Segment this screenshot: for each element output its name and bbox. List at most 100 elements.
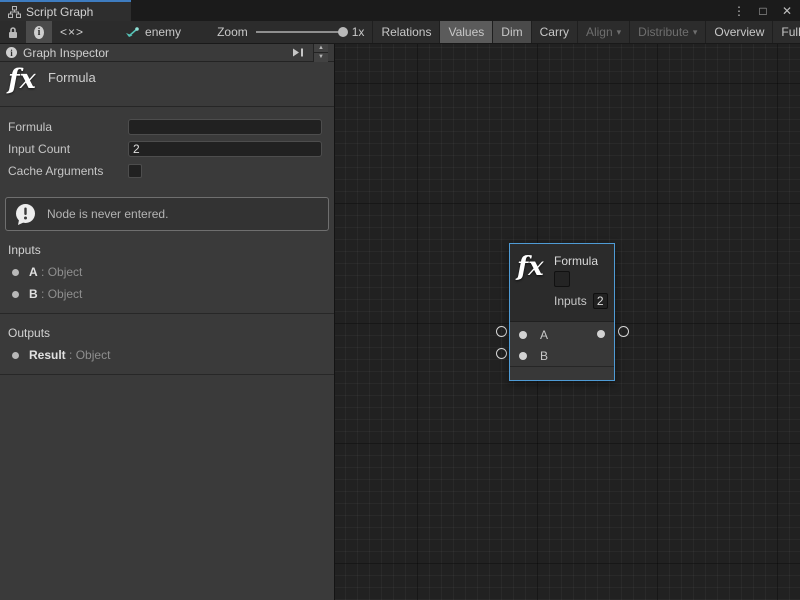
relations-button[interactable]: Relations: [372, 21, 439, 43]
formula-node-checkbox[interactable]: [554, 271, 570, 287]
graph-name: enemy: [145, 25, 181, 39]
port-sep: :: [41, 287, 44, 301]
relations-label: Relations: [381, 25, 431, 39]
port-type: Object: [76, 348, 111, 362]
dim-label: Dim: [501, 25, 522, 39]
cache-arguments-checkbox[interactable]: [128, 164, 142, 178]
graph-canvas[interactable]: fx Formula Inputs 2 A B: [335, 44, 800, 600]
tab-bar: Script Graph ⋮ □ ✕: [0, 0, 800, 21]
formula-input[interactable]: [128, 119, 322, 135]
inspector-header: i Graph Inspector ▲ ▼: [0, 44, 334, 62]
node-port-row-b: B: [510, 345, 614, 366]
zoom-label: Zoom: [217, 25, 248, 39]
dim-button[interactable]: Dim: [492, 21, 530, 43]
overview-label: Overview: [714, 25, 764, 39]
zoom-control: Zoom 1x: [217, 21, 364, 43]
port-sep: :: [41, 265, 44, 279]
connection-socket-left-a[interactable]: [496, 326, 507, 337]
info-icon: i: [34, 26, 44, 39]
dock-icon: [292, 47, 304, 58]
chevron-down-icon: ▾: [617, 27, 622, 38]
unit-title: Formula: [48, 70, 96, 85]
port-name: B: [29, 287, 38, 301]
port-name: Result: [29, 348, 66, 362]
node-port-row-a: A: [510, 324, 614, 345]
scroll-down-icon[interactable]: ▼: [314, 53, 328, 62]
input-port-b[interactable]: [519, 352, 527, 360]
zoom-value: 1x: [352, 25, 365, 39]
info-icon: i: [6, 47, 17, 58]
unit-title-section: fx Formula: [0, 62, 334, 107]
code-icon: <×>: [60, 25, 84, 39]
values-label: Values: [448, 25, 484, 39]
lock-button[interactable]: [0, 21, 26, 43]
align-button[interactable]: Align ▾: [577, 21, 629, 43]
graph-asset-icon: [124, 26, 139, 39]
port-name: A: [29, 265, 38, 279]
values-button[interactable]: Values: [439, 21, 492, 43]
dock-panel-button[interactable]: [289, 45, 307, 61]
input-count-input[interactable]: [128, 141, 322, 157]
fx-icon: fx: [8, 64, 36, 95]
window-maximize-icon[interactable]: □: [754, 2, 772, 20]
port-a-label: A: [540, 328, 548, 342]
distribute-button[interactable]: Distribute ▾: [629, 21, 705, 43]
inspector-toggle-button[interactable]: i: [26, 21, 52, 43]
connection-socket-right-result[interactable]: [618, 326, 629, 337]
warning-bubble-icon: [14, 203, 37, 226]
carry-label: Carry: [540, 25, 569, 39]
node-inputs-row: Inputs 2: [554, 293, 608, 309]
port-type: Object: [48, 287, 83, 301]
inspector-title: Graph Inspector: [23, 46, 109, 60]
fullscreen-label: Full Screen: [781, 25, 800, 39]
align-label: Align: [586, 25, 613, 39]
overview-button[interactable]: Overview: [705, 21, 772, 43]
toolbar-toggles: Relations Values Dim Carry Align ▾ Distr…: [372, 21, 800, 43]
carry-button[interactable]: Carry: [531, 21, 577, 43]
node-inputs-label: Inputs: [554, 294, 587, 308]
window-controls: ⋮ □ ✕: [730, 0, 796, 21]
input-port-row-b: B : Object: [0, 283, 334, 305]
fx-icon: fx: [517, 252, 544, 282]
formula-node-footer: [510, 367, 614, 380]
window-menu-icon[interactable]: ⋮: [730, 2, 748, 20]
port-type: Object: [48, 265, 83, 279]
zoom-slider-knob[interactable]: [338, 27, 348, 37]
graph-toolbar: i <×> enemy Zoom 1x: [0, 21, 800, 44]
port-sep: :: [69, 348, 72, 362]
connection-socket-left-b[interactable]: [496, 348, 507, 359]
code-view-button[interactable]: <×>: [52, 21, 92, 43]
input-port-a[interactable]: [519, 331, 527, 339]
panel-scroll-spinner: ▲ ▼: [313, 44, 328, 62]
unit-fields: Formula Input Count Cache Arguments: [0, 107, 334, 187]
zoom-slider[interactable]: [256, 31, 344, 33]
cache-arguments-field-row: Cache Arguments: [8, 161, 326, 181]
output-port-result[interactable]: [597, 330, 605, 338]
outputs-section-header: Outputs: [0, 314, 334, 344]
warning-box: Node is never entered.: [5, 197, 329, 231]
formula-field-row: Formula: [8, 117, 326, 137]
node-inputs-value[interactable]: 2: [593, 293, 608, 309]
window-close-icon[interactable]: ✕: [778, 2, 796, 20]
tab-script-graph[interactable]: Script Graph: [0, 0, 131, 21]
lock-icon: [7, 26, 19, 39]
input-count-field-row: Input Count: [8, 139, 326, 159]
input-port-row-a: A : Object: [0, 261, 334, 283]
fullscreen-button[interactable]: Full Screen: [772, 21, 800, 43]
section-divider: [0, 374, 334, 375]
graph-breadcrumb[interactable]: enemy: [114, 21, 191, 43]
formula-node[interactable]: fx Formula Inputs 2 A B: [509, 243, 615, 381]
script-graph-icon: [8, 6, 21, 18]
inputs-section-header: Inputs: [0, 231, 334, 261]
formula-node-title: Formula: [554, 254, 598, 268]
port-bullet-icon: [12, 352, 19, 359]
graph-inspector-panel: i Graph Inspector ▲ ▼ fx Formula: [0, 44, 335, 600]
formula-node-header[interactable]: fx Formula Inputs 2: [510, 244, 614, 322]
scroll-up-icon[interactable]: ▲: [314, 44, 328, 54]
tab-title: Script Graph: [26, 5, 93, 19]
warning-text: Node is never entered.: [47, 207, 168, 221]
distribute-label: Distribute: [638, 25, 689, 39]
chevron-down-icon: ▾: [693, 27, 698, 38]
output-port-row-result: Result : Object: [0, 344, 334, 366]
port-b-label: B: [540, 349, 548, 363]
